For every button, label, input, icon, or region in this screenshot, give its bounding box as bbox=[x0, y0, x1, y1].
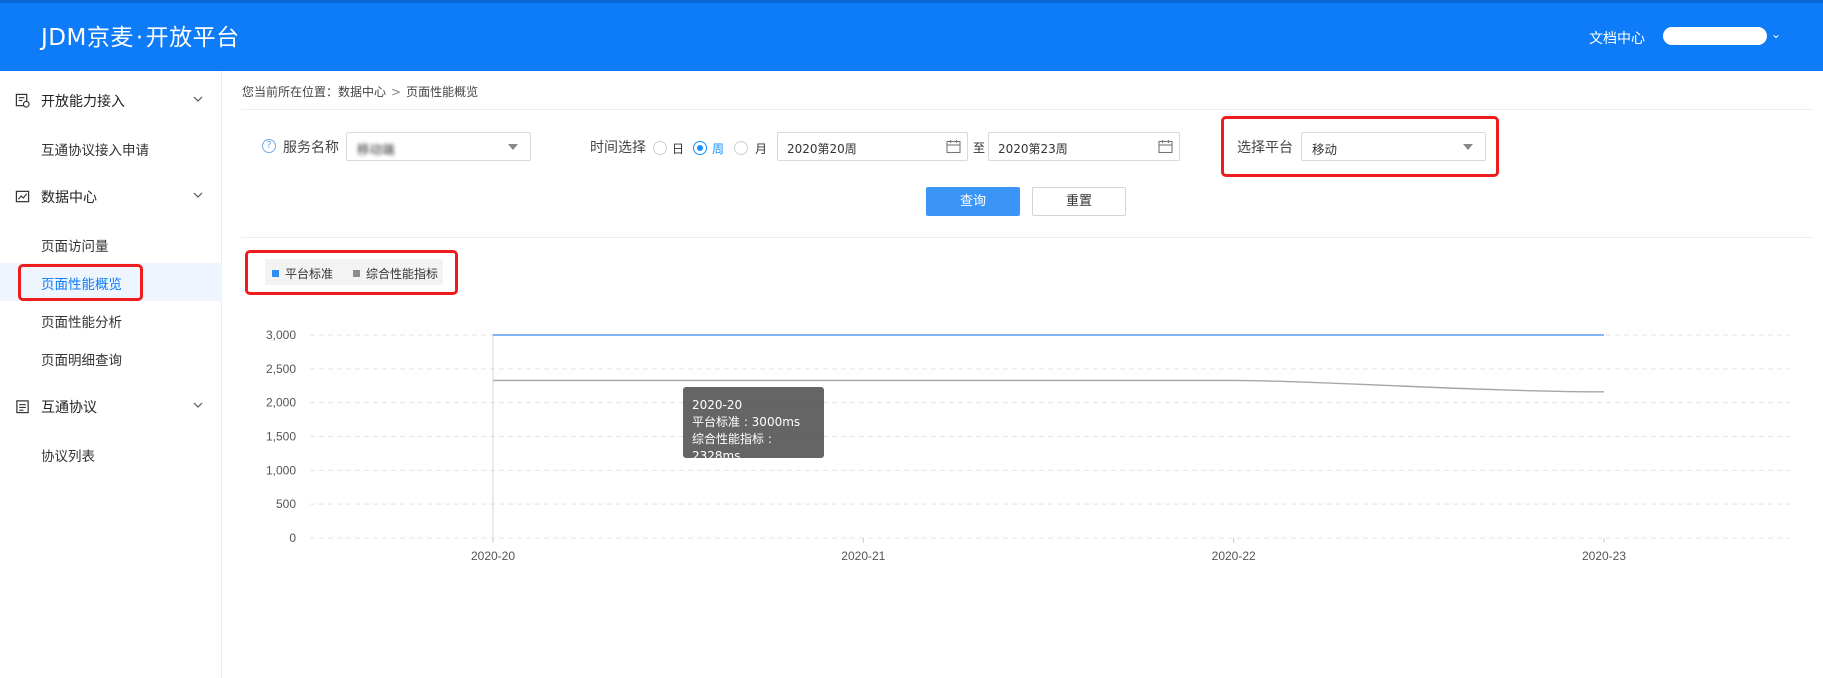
chart-tooltip: 2020-20 平台标准 : 3000ms 综合性能指标 : 2328ms bbox=[683, 387, 824, 463]
y-tick-label: 3,000 bbox=[266, 328, 296, 342]
y-tick-label: 0 bbox=[289, 531, 296, 545]
y-tick-label: 1,500 bbox=[266, 430, 296, 444]
series-line-composite-index bbox=[493, 379, 1605, 393]
x-tick-label: 2020-20 bbox=[471, 549, 515, 563]
y-tick-label: 2,000 bbox=[266, 396, 296, 410]
x-tick-label: 2020-23 bbox=[1582, 549, 1626, 563]
y-tick-label: 1,000 bbox=[266, 463, 296, 477]
x-tick-label: 2020-22 bbox=[1212, 549, 1256, 563]
tooltip-platform-standard: 平台标准 : 3000ms bbox=[692, 415, 801, 429]
tooltip-composite-index: 综合性能指标 : 2328ms bbox=[692, 432, 772, 463]
performance-line-chart: 3,0002,5002,0001,5001,00050002020-20 2020… bbox=[266, 328, 1790, 563]
y-tick-label: 2,500 bbox=[266, 362, 296, 376]
tooltip-title: 2020-20 bbox=[692, 398, 743, 412]
y-tick-label: 500 bbox=[276, 497, 296, 511]
x-tick-label: 2020-21 bbox=[841, 549, 885, 563]
